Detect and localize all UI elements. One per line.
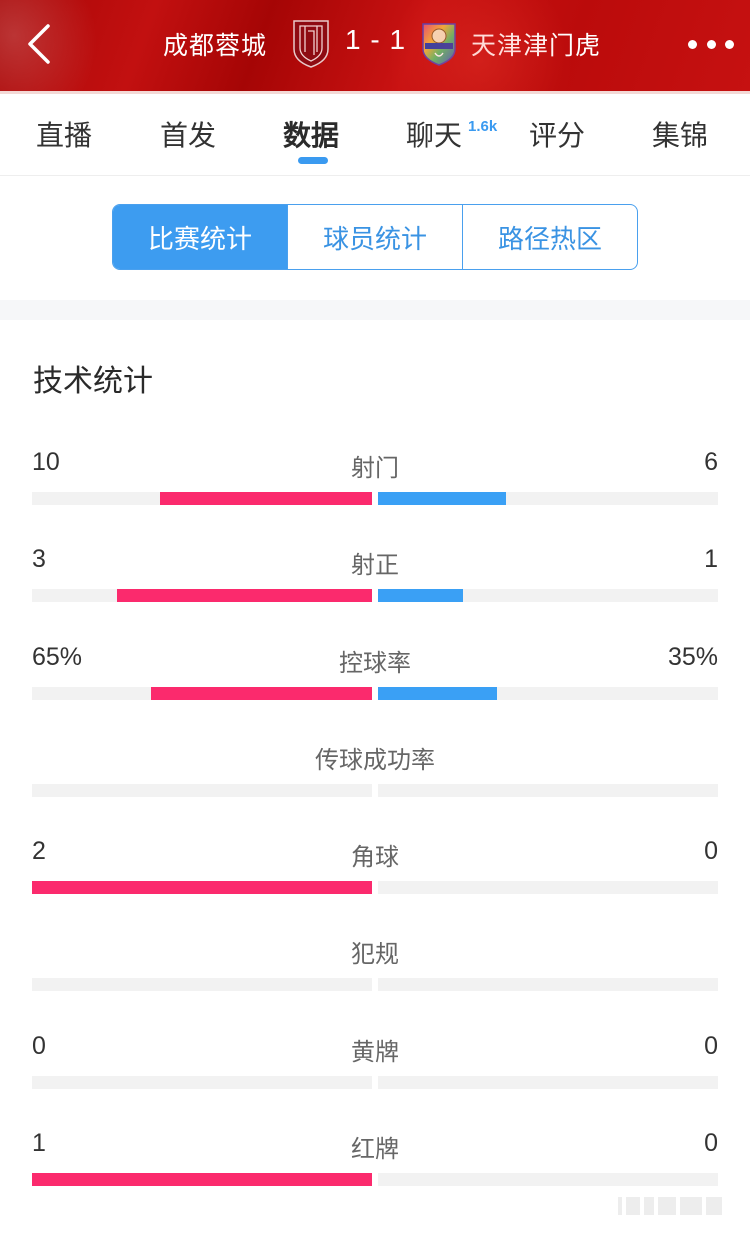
away-stat-value: 6 [704, 448, 718, 476]
tab-lineup[interactable]: 首发 [160, 114, 216, 154]
away-bar-track [378, 783, 718, 797]
away-stat-value: 1 [704, 545, 718, 574]
stat-row: 10 射门 6 [0, 440, 750, 537]
home-bar [159, 492, 372, 505]
stat-row: 传球成功率 [0, 732, 750, 829]
away-bar [378, 589, 463, 603]
stat-row: 犯规 [0, 926, 750, 1023]
stat-label: 红牌 [351, 1135, 399, 1164]
technical-stats-list: 10 射门 6 3 射正 1 65% 控球率 35% 传球成功率 2 角球 0 犯规 0 黄牌 0 1 红牌 0 [0, 440, 750, 1218]
stat-label: 射正 [351, 551, 399, 580]
stat-label: 犯规 [351, 940, 399, 969]
tab-highlights[interactable]: 集锦 [652, 114, 708, 154]
segment-heatmap[interactable]: 路径热区 [462, 205, 637, 269]
home-team-logo[interactable] [291, 19, 331, 69]
stat-label: 射门 [351, 454, 399, 482]
back-button[interactable] [22, 22, 58, 66]
away-stat-value: 35% [667, 642, 718, 671]
tab-chat[interactable]: 聊天 [406, 114, 462, 154]
away-bar-track [378, 492, 718, 505]
watermark [618, 1192, 736, 1220]
stat-row: 2 角球 0 [0, 829, 750, 926]
more-button[interactable] [688, 34, 734, 54]
tab-data[interactable]: 数据 [283, 114, 339, 154]
home-bar-track [32, 492, 372, 505]
away-bar [378, 492, 506, 505]
away-bar [378, 686, 497, 700]
stat-label: 控球率 [339, 648, 411, 677]
tab-ratings[interactable]: 评分 [529, 114, 585, 154]
away-bar-track [378, 1173, 718, 1187]
stat-row: 65% 控球率 35% [0, 635, 750, 732]
stat-label: 角球 [351, 843, 399, 872]
active-tab-indicator [298, 157, 328, 164]
more-dot-icon [725, 39, 734, 49]
away-bar-track [378, 686, 718, 700]
stats-type-segmented-control: 比赛统计 球员统计 路径热区 [112, 204, 638, 270]
home-bar-track [32, 881, 372, 895]
stat-row: 3 射正 1 [0, 537, 750, 634]
home-bar-track [32, 686, 372, 700]
chevron-left-icon [28, 24, 50, 64]
match-tabs: 直播 首发 数据 聊天 评分 集锦 [0, 94, 750, 176]
away-bar-track [378, 978, 718, 992]
stat-label: 传球成功率 [315, 745, 435, 774]
segment-player-stats[interactable]: 球员统计 [287, 205, 462, 269]
home-bar-track [32, 978, 372, 992]
more-dot-icon [706, 39, 716, 49]
away-bar-track [378, 1075, 718, 1089]
home-team-name[interactable]: 成都蓉城 [163, 26, 267, 62]
home-bar-track [32, 1075, 372, 1089]
home-bar [32, 881, 372, 895]
away-stat-value: 0 [704, 837, 718, 866]
away-bar-track [378, 589, 718, 603]
home-bar [117, 589, 372, 603]
home-bar [32, 1173, 372, 1187]
stat-row: 0 黄牌 0 [0, 1024, 750, 1121]
tab-live[interactable]: 直播 [36, 114, 92, 154]
away-team-name[interactable]: 天津津门虎 [471, 26, 601, 62]
section-title: 技术统计 [33, 364, 153, 399]
more-dot-icon [688, 39, 697, 49]
away-stat-value: 0 [704, 1129, 718, 1158]
section-separator [0, 300, 750, 320]
chat-count-badge: 1.6k [468, 118, 498, 135]
home-bar-track [32, 783, 372, 797]
segment-match-stats[interactable]: 比赛统计 [113, 205, 287, 269]
away-team-logo[interactable] [420, 21, 458, 67]
home-bar-track [32, 589, 372, 603]
match-header: 成都蓉城 1 - 1 天津津门虎 [0, 0, 750, 93]
away-bar-track [378, 881, 718, 895]
home-bar-track [32, 1173, 372, 1187]
away-stat-value: 0 [704, 1031, 718, 1060]
stat-label: 黄牌 [351, 1037, 399, 1066]
match-score: 1 - 1 [345, 24, 407, 55]
home-bar [151, 686, 372, 700]
